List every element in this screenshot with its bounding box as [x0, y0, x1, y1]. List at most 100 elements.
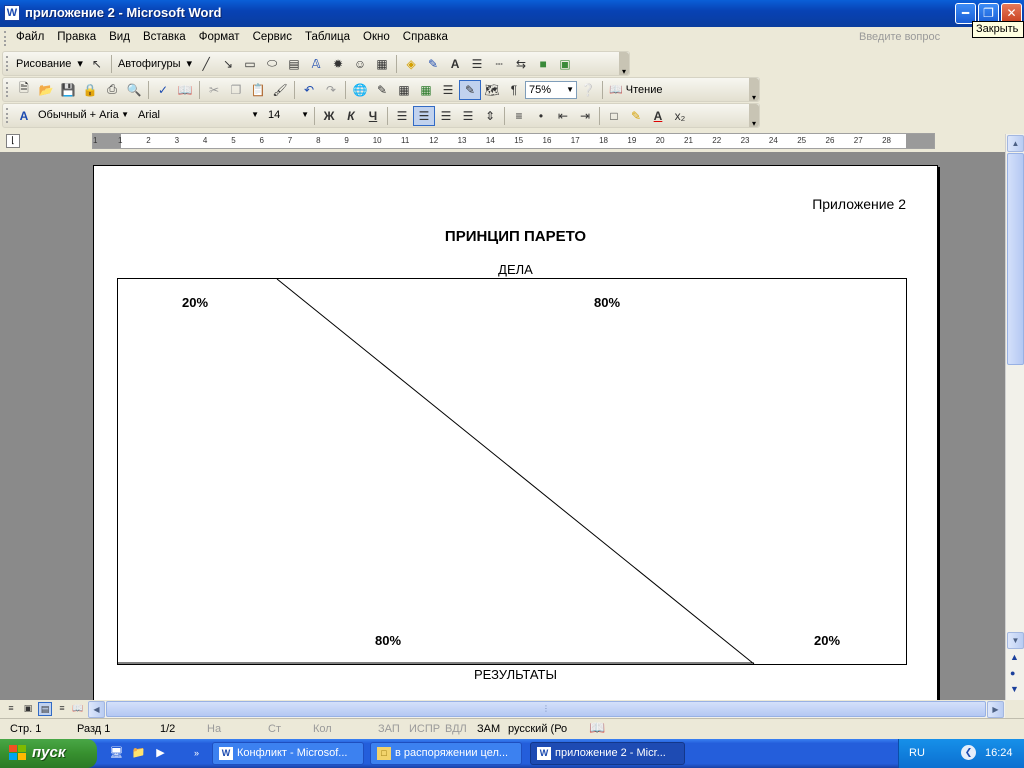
arrow-icon[interactable]: ↘ [217, 54, 239, 74]
word-app-icon[interactable]: W [4, 5, 20, 21]
italic-button[interactable]: К [340, 106, 362, 126]
select-objects-icon[interactable]: ↖ [86, 54, 108, 74]
browse-object-icon[interactable]: ● [1010, 668, 1015, 678]
web-layout-icon[interactable]: ▣ [21, 702, 35, 716]
oval-icon[interactable]: ⬭ [261, 54, 283, 74]
font-color-icon[interactable]: A [444, 54, 466, 74]
borders-icon[interactable]: □ [603, 106, 625, 126]
menu-window[interactable]: Окно [363, 31, 390, 43]
font-color-icon[interactable]: A [647, 106, 669, 126]
print-layout-icon[interactable]: ▤ [38, 702, 52, 716]
horizontal-scroll-thumb[interactable]: ⋮ [106, 701, 986, 717]
explorer-icon[interactable]: 📁 [130, 745, 147, 762]
autoshapes-dropdown-icon[interactable]: ▾ [184, 57, 196, 70]
insert-table-icon[interactable]: ▦ [393, 80, 415, 100]
outline-view-icon[interactable]: ≡ [55, 702, 69, 716]
menu-grip[interactable] [4, 31, 7, 46]
scroll-right-button[interactable]: ▶ [987, 701, 1004, 718]
diagram-icon[interactable]: ✹ [327, 54, 349, 74]
line-icon[interactable]: ╱ [195, 54, 217, 74]
next-page-icon[interactable]: ▼ [1010, 684, 1019, 694]
language-indicator[interactable]: RU [909, 747, 925, 759]
style-select[interactable]: Обычный + Aria ▼ [35, 107, 131, 125]
increase-indent-icon[interactable]: ⇥ [574, 106, 596, 126]
autoshapes-button[interactable]: Автофигуры [115, 58, 184, 70]
redo-icon[interactable]: ↷ [320, 80, 342, 100]
status-extend[interactable]: ВДЛ [445, 723, 467, 735]
menu-file[interactable]: Файл [16, 31, 44, 43]
print-icon[interactable]: ⎙ [101, 80, 123, 100]
wordart-icon[interactable]: 𝔸 [305, 54, 327, 74]
print-preview-icon[interactable]: 🔍 [123, 80, 145, 100]
line-color-icon[interactable]: ✎ [422, 54, 444, 74]
reading-layout-button[interactable]: 📖 Чтение [606, 83, 665, 96]
media-player-icon[interactable]: ▶ [152, 745, 169, 762]
undo-icon[interactable]: ↶ [298, 80, 320, 100]
reading-view-icon[interactable]: 📖 [71, 702, 85, 716]
rectangle-icon[interactable]: ▭ [239, 54, 261, 74]
line-spacing-icon[interactable]: ⇕ [479, 106, 501, 126]
quicklaunch-expand-icon[interactable]: » [188, 745, 205, 762]
textbox-icon[interactable]: ▤ [283, 54, 305, 74]
scroll-left-button[interactable]: ◀ [88, 701, 105, 718]
status-track-changes[interactable]: ИСПР [409, 723, 440, 735]
underline-button[interactable]: Ч [362, 106, 384, 126]
status-overtype[interactable]: ЗАМ [477, 723, 500, 735]
save-icon[interactable]: 💾 [57, 80, 79, 100]
taskbar-button-appendix[interactable]: W приложение 2 - Micr... [530, 742, 685, 765]
shadow-icon[interactable]: ■ [532, 54, 554, 74]
font-select[interactable]: Arial ▼ [135, 107, 261, 125]
help-icon[interactable]: ❔ [577, 80, 599, 100]
menu-tools[interactable]: Сервис [253, 31, 292, 43]
arrow-style-icon[interactable]: ⇆ [510, 54, 532, 74]
help-search-input[interactable]: Введите вопрос [859, 31, 940, 43]
decrease-indent-icon[interactable]: ⇤ [552, 106, 574, 126]
drawing-icon[interactable]: ✎ [459, 79, 481, 100]
spelling-status-icon[interactable]: 📖 [589, 720, 605, 736]
toolbar-grip[interactable] [6, 108, 9, 123]
document-map-icon[interactable]: 🗺 [481, 80, 503, 100]
align-left-icon[interactable]: ☰ [391, 106, 413, 126]
menu-format[interactable]: Формат [199, 31, 240, 43]
line-style-icon[interactable]: ☰ [466, 54, 488, 74]
highlight-icon[interactable]: ✎ [625, 106, 647, 126]
fill-color-icon[interactable]: ◈ [400, 54, 422, 74]
tables-borders-icon[interactable]: ✎ [371, 80, 393, 100]
dash-style-icon[interactable]: ┄ [488, 54, 510, 74]
hyperlink-icon[interactable]: 🌐 [349, 80, 371, 100]
show-formatting-icon[interactable]: ¶ [503, 80, 525, 100]
permission-icon[interactable]: 🔒 [79, 80, 101, 100]
paste-icon[interactable]: 📋 [247, 80, 269, 100]
align-right-icon[interactable]: ☰ [435, 106, 457, 126]
copy-icon[interactable]: ❐ [225, 80, 247, 100]
cut-icon[interactable]: ✂ [203, 80, 225, 100]
numbering-icon[interactable]: ≡ [508, 106, 530, 126]
3d-icon[interactable]: ▣ [554, 54, 576, 74]
zoom-select[interactable]: 75% ▼ [525, 80, 577, 99]
draw-menu-button[interactable]: Рисование [13, 58, 74, 70]
draw-dropdown-icon[interactable]: ▾ [74, 57, 86, 70]
format-painter-icon[interactable]: 🖌 [269, 80, 291, 100]
align-center-icon[interactable]: ☰ [413, 105, 435, 126]
show-desktop-icon[interactable]: 🖥 [108, 745, 125, 762]
toolbar-options-icon[interactable]: ▾ [619, 52, 629, 76]
horizontal-scrollbar[interactable]: ◀ ⋮ ▶ [88, 701, 1005, 718]
tab-selector-icon[interactable]: ⌊ [6, 134, 20, 148]
normal-view-icon[interactable]: ≡ [4, 702, 18, 716]
research-icon[interactable]: 📖 [174, 80, 196, 100]
toolbar-grip[interactable] [6, 82, 9, 97]
insert-excel-icon[interactable]: ▦ [415, 80, 437, 100]
spelling-icon[interactable]: ✓ [152, 80, 174, 100]
menu-edit[interactable]: Правка [57, 31, 96, 43]
document-page[interactable]: Приложение 2 ПРИНЦИП ПАРЕТО ДЕЛА 20% 80%… [93, 165, 938, 700]
menu-help[interactable]: Справка [403, 31, 448, 43]
toolbar-grip[interactable] [6, 56, 9, 71]
columns-icon[interactable]: ☰ [437, 80, 459, 100]
menu-view[interactable]: Вид [109, 31, 130, 43]
toolbar-options-icon[interactable]: ▾ [749, 104, 759, 128]
new-document-icon[interactable]: 🗎 [13, 80, 35, 100]
open-icon[interactable]: 📂 [35, 80, 57, 100]
status-record[interactable]: ЗАП [378, 723, 400, 735]
justify-icon[interactable]: ☰ [457, 106, 479, 126]
horizontal-ruler[interactable]: 1 1 2 3 4 5 6 7 8 9 10 11 12 13 14 15 16 17 18 19 20 21 22 23 24… [92, 133, 935, 149]
